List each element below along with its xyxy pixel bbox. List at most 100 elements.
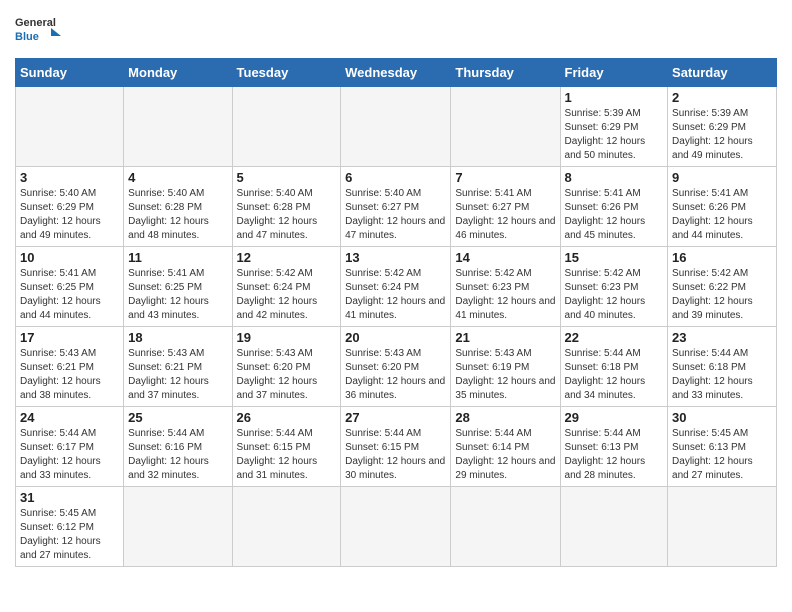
day-info: Sunrise: 5:40 AM Sunset: 6:29 PM Dayligh…: [20, 187, 119, 243]
calendar-cell: 21Sunrise: 5:43 AM Sunset: 6:19 PM Dayli…: [451, 327, 560, 407]
day-info: Sunrise: 5:42 AM Sunset: 6:23 PM Dayligh…: [565, 267, 664, 323]
day-info: Sunrise: 5:43 AM Sunset: 6:20 PM Dayligh…: [237, 347, 337, 403]
week-row-3: 17 Sunrise: 5:43 AM Sunset: 6:21 PM Dayli…: [16, 327, 777, 407]
day-info: Sunrise: 5:44 AM Sunset: 6:13 PM Dayligh…: [565, 427, 664, 483]
day-info: Sunrise: 5:45 AM Sunset: 6:12 PM Dayligh…: [20, 507, 119, 563]
calendar-cell: 29 Sunrise: 5:44 AM Sunset: 6:13 PM Dayli…: [560, 407, 668, 487]
week-row-5: 31Sunrise: 5:45 AM Sunset: 6:12 PM Dayli…: [16, 487, 777, 567]
calendar-cell: 25Sunrise: 5:44 AM Sunset: 6:16 PM Dayli…: [124, 407, 232, 487]
weekday-header-wednesday: Wednesday: [341, 59, 451, 87]
day-info: Sunrise: 5:42 AM Sunset: 6:24 PM Dayligh…: [345, 267, 446, 323]
calendar-cell: 2Sunrise: 5:39 AM Sunset: 6:29 PM Daylig…: [668, 87, 777, 167]
calendar-cell: 8 Sunrise: 5:41 AM Sunset: 6:26 PM Daylig…: [560, 167, 668, 247]
day-info: Sunrise: 5:42 AM Sunset: 6:23 PM Dayligh…: [455, 267, 555, 323]
day-info: Sunrise: 5:44 AM Sunset: 6:15 PM Dayligh…: [345, 427, 446, 483]
calendar-cell: [124, 87, 232, 167]
week-row-2: 10 Sunrise: 5:41 AM Sunset: 6:25 PM Dayli…: [16, 247, 777, 327]
calendar-cell: [451, 487, 560, 567]
calendar-cell: 5 Sunrise: 5:40 AM Sunset: 6:28 PM Daylig…: [232, 167, 341, 247]
day-number: 19: [237, 330, 337, 345]
day-number: 11: [128, 250, 227, 265]
day-number: 6: [345, 170, 446, 185]
calendar-table: SundayMondayTuesdayWednesdayThursdayFrid…: [15, 58, 777, 567]
day-number: 30: [672, 410, 772, 425]
day-info: Sunrise: 5:43 AM Sunset: 6:21 PM Dayligh…: [128, 347, 227, 403]
day-info: Sunrise: 5:44 AM Sunset: 6:14 PM Dayligh…: [455, 427, 555, 483]
day-number: 13: [345, 250, 446, 265]
calendar-cell: [16, 87, 124, 167]
day-info: Sunrise: 5:42 AM Sunset: 6:22 PM Dayligh…: [672, 267, 772, 323]
day-number: 12: [237, 250, 337, 265]
day-number: 9: [672, 170, 772, 185]
calendar-cell: 31Sunrise: 5:45 AM Sunset: 6:12 PM Dayli…: [16, 487, 124, 567]
logo: General Blue: [15, 10, 65, 52]
day-info: Sunrise: 5:40 AM Sunset: 6:28 PM Dayligh…: [237, 187, 337, 243]
day-number: 1: [565, 90, 664, 105]
svg-text:Blue: Blue: [15, 31, 39, 43]
day-number: 18: [128, 330, 227, 345]
weekday-header-thursday: Thursday: [451, 59, 560, 87]
day-number: 16: [672, 250, 772, 265]
day-number: 15: [565, 250, 664, 265]
day-number: 27: [345, 410, 446, 425]
day-info: Sunrise: 5:41 AM Sunset: 6:25 PM Dayligh…: [128, 267, 227, 323]
calendar-cell: 24Sunrise: 5:44 AM Sunset: 6:17 PM Dayli…: [16, 407, 124, 487]
calendar-cell: 20 Sunrise: 5:43 AM Sunset: 6:20 PM Dayli…: [341, 327, 451, 407]
day-info: Sunrise: 5:41 AM Sunset: 6:26 PM Dayligh…: [565, 187, 664, 243]
calendar-cell: [124, 487, 232, 567]
calendar-cell: 3 Sunrise: 5:40 AM Sunset: 6:29 PM Daylig…: [16, 167, 124, 247]
day-number: 21: [455, 330, 555, 345]
day-number: 3: [20, 170, 119, 185]
day-info: Sunrise: 5:43 AM Sunset: 6:20 PM Dayligh…: [345, 347, 446, 403]
day-info: Sunrise: 5:44 AM Sunset: 6:18 PM Dayligh…: [672, 347, 772, 403]
weekday-header-monday: Monday: [124, 59, 232, 87]
day-info: Sunrise: 5:41 AM Sunset: 6:27 PM Dayligh…: [455, 187, 555, 243]
day-number: 7: [455, 170, 555, 185]
day-number: 8: [565, 170, 664, 185]
calendar-cell: 17Sunrise: 5:43 AM Sunset: 6:21 PM Dayli…: [16, 327, 124, 407]
page-header: General Blue: [15, 10, 777, 52]
day-info: Sunrise: 5:39 AM Sunset: 6:29 PM Dayligh…: [565, 107, 664, 163]
weekday-header-tuesday: Tuesday: [232, 59, 341, 87]
calendar-cell: [341, 87, 451, 167]
day-number: 29: [565, 410, 664, 425]
day-number: 25: [128, 410, 227, 425]
calendar-cell: 12 Sunrise: 5:42 AM Sunset: 6:24 PM Dayli…: [232, 247, 341, 327]
day-number: 17: [20, 330, 119, 345]
day-info: Sunrise: 5:42 AM Sunset: 6:24 PM Dayligh…: [237, 267, 337, 323]
calendar-cell: 11 Sunrise: 5:41 AM Sunset: 6:25 PM Dayli…: [124, 247, 232, 327]
calendar-cell: 18 Sunrise: 5:43 AM Sunset: 6:21 PM Dayli…: [124, 327, 232, 407]
calendar-cell: 1 Sunrise: 5:39 AM Sunset: 6:29 PM Daylig…: [560, 87, 668, 167]
calendar-cell: 22 Sunrise: 5:44 AM Sunset: 6:18 PM Dayli…: [560, 327, 668, 407]
calendar-cell: 7 Sunrise: 5:41 AM Sunset: 6:27 PM Daylig…: [451, 167, 560, 247]
calendar-cell: 27 Sunrise: 5:44 AM Sunset: 6:15 PM Dayli…: [341, 407, 451, 487]
day-info: Sunrise: 5:44 AM Sunset: 6:18 PM Dayligh…: [565, 347, 664, 403]
calendar-cell: [341, 487, 451, 567]
calendar-cell: [668, 487, 777, 567]
day-info: Sunrise: 5:40 AM Sunset: 6:27 PM Dayligh…: [345, 187, 446, 243]
calendar-cell: 15 Sunrise: 5:42 AM Sunset: 6:23 PM Dayli…: [560, 247, 668, 327]
weekday-header-saturday: Saturday: [668, 59, 777, 87]
day-number: 10: [20, 250, 119, 265]
calendar-cell: 23Sunrise: 5:44 AM Sunset: 6:18 PM Dayli…: [668, 327, 777, 407]
calendar-cell: 14Sunrise: 5:42 AM Sunset: 6:23 PM Dayli…: [451, 247, 560, 327]
calendar-cell: [560, 487, 668, 567]
day-number: 5: [237, 170, 337, 185]
weekday-header-row: SundayMondayTuesdayWednesdayThursdayFrid…: [16, 59, 777, 87]
calendar-cell: 4Sunrise: 5:40 AM Sunset: 6:28 PM Daylig…: [124, 167, 232, 247]
svg-text:General: General: [15, 17, 56, 29]
day-number: 4: [128, 170, 227, 185]
day-number: 20: [345, 330, 446, 345]
day-number: 22: [565, 330, 664, 345]
calendar-cell: 19 Sunrise: 5:43 AM Sunset: 6:20 PM Dayli…: [232, 327, 341, 407]
day-info: Sunrise: 5:44 AM Sunset: 6:15 PM Dayligh…: [237, 427, 337, 483]
calendar-cell: 16 Sunrise: 5:42 AM Sunset: 6:22 PM Dayli…: [668, 247, 777, 327]
day-info: Sunrise: 5:41 AM Sunset: 6:26 PM Dayligh…: [672, 187, 772, 243]
calendar-cell: [451, 87, 560, 167]
calendar-cell: 13 Sunrise: 5:42 AM Sunset: 6:24 PM Dayli…: [341, 247, 451, 327]
day-number: 2: [672, 90, 772, 105]
weekday-header-friday: Friday: [560, 59, 668, 87]
calendar-cell: 30Sunrise: 5:45 AM Sunset: 6:13 PM Dayli…: [668, 407, 777, 487]
weekday-header-sunday: Sunday: [16, 59, 124, 87]
week-row-0: 1 Sunrise: 5:39 AM Sunset: 6:29 PM Daylig…: [16, 87, 777, 167]
